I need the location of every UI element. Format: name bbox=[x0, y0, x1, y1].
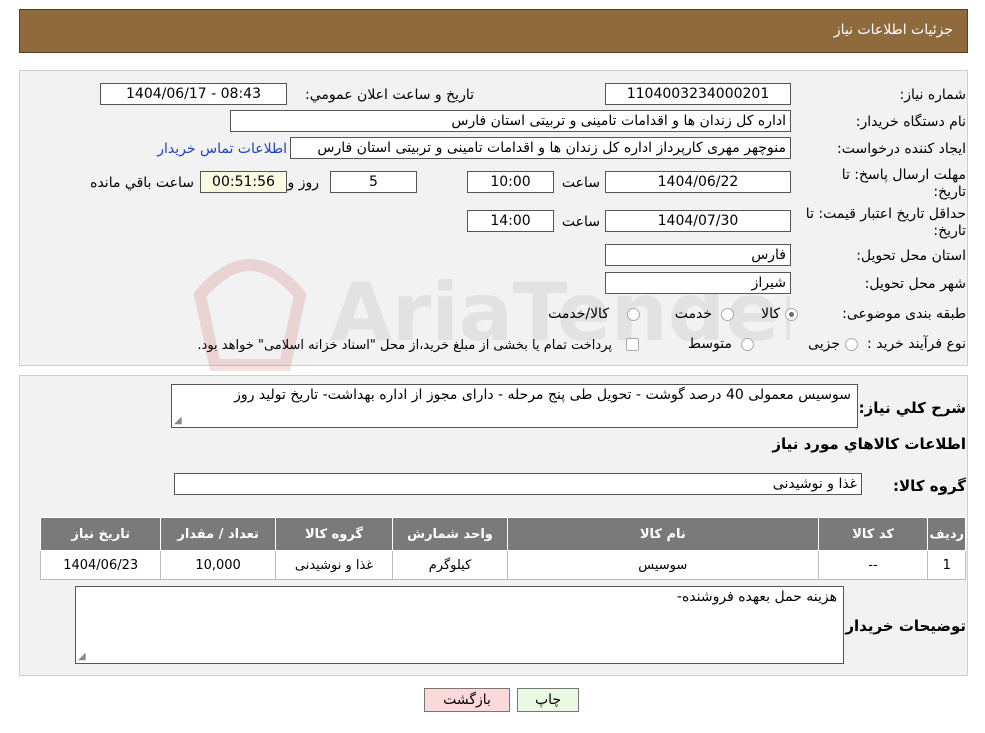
table-header-row: ردیف کد کالا نام کالا واحد شمارش گروه کا… bbox=[39, 517, 966, 551]
validity-time-field: 14:00 bbox=[467, 210, 554, 232]
category-radio-service[interactable] bbox=[721, 308, 734, 321]
announce-field: 1404/06/17 - 08:43 bbox=[100, 83, 287, 105]
resize-grip-icon[interactable]: ◢ bbox=[78, 651, 86, 662]
process-label: نوع فرآیند خرید : bbox=[867, 336, 966, 352]
summary-label: شرح کلي نیاز: bbox=[858, 399, 966, 417]
buyer-contact-link[interactable]: اطلاعات تماس خریدار bbox=[157, 141, 287, 157]
days-field: 5 bbox=[330, 171, 417, 193]
resize-grip-icon[interactable]: ◢ bbox=[174, 415, 182, 426]
col-header-name: نام کالا bbox=[506, 517, 819, 551]
category-radio-both[interactable] bbox=[627, 308, 640, 321]
col-header-unit: واحد شمارش bbox=[392, 517, 508, 551]
city-field: شیراز bbox=[605, 272, 791, 294]
page-title: جزئیات اطلاعات نیاز bbox=[833, 22, 953, 38]
page-header: جزئیات اطلاعات نیاز bbox=[19, 9, 968, 53]
process-option-medium: متوسط bbox=[688, 336, 732, 352]
remaining-time-label: ساعت باقي مانده bbox=[90, 175, 194, 191]
announce-label: تاریخ و ساعت اعلان عمومي: bbox=[305, 87, 474, 103]
treasury-checkbox[interactable] bbox=[626, 338, 639, 351]
deadline-label-date: تاریخ: bbox=[933, 184, 966, 200]
summary-textarea[interactable]: سوسیس معمولی 40 درصد گوشت - تحویل طی پنج… bbox=[171, 384, 858, 428]
cell-name: سوسیس bbox=[506, 550, 819, 580]
buyer-notes-label: توضیحات خریدار: bbox=[839, 617, 966, 635]
buyer-label: نام دستگاه خریدار: bbox=[855, 114, 966, 130]
cell-code: -- bbox=[817, 550, 929, 580]
validity-time-label: ساعت bbox=[561, 214, 600, 230]
city-label: شهر محل تحویل: bbox=[864, 276, 966, 292]
deadline-date-field: 1404/06/22 bbox=[605, 171, 791, 193]
table-row: 1 -- سوسیس کیلوگرم غذا و نوشیدنی 10,000 … bbox=[39, 550, 966, 580]
col-header-group: گروه کالا bbox=[274, 517, 394, 551]
category-label: طبقه بندی موضوعی: bbox=[842, 306, 966, 322]
col-header-code: کد کالا bbox=[817, 517, 929, 551]
remaining-time-field: 00:51:56 bbox=[200, 171, 287, 193]
col-header-date: تاریخ نیاز bbox=[39, 517, 162, 551]
deadline-label: مهلت ارسال پاسخ: تا bbox=[841, 167, 966, 183]
category-radio-goods[interactable] bbox=[785, 308, 798, 321]
buyer-field: اداره کل زندان ها و اقدامات تامینی و ترب… bbox=[230, 110, 791, 132]
col-header-row-number: ردیف bbox=[927, 517, 966, 551]
process-note: پرداخت تمام یا بخشی از مبلغ خرید،از محل … bbox=[197, 338, 612, 353]
need-number-field: 1104003234000201 bbox=[605, 83, 791, 105]
cell-group: غذا و نوشیدنی bbox=[274, 550, 394, 580]
deadline-time-field: 10:00 bbox=[467, 171, 554, 193]
buyer-notes-textarea[interactable]: هزینه حمل بعهده فروشنده- ◢ bbox=[75, 586, 844, 664]
validity-label: حداقل تاریخ اعتبار قیمت: تا bbox=[805, 206, 966, 222]
summary-text: سوسیس معمولی 40 درصد گوشت - تحویل طی پنج… bbox=[234, 387, 851, 403]
category-option-service: خدمت bbox=[674, 306, 712, 322]
items-table: ردیف کد کالا نام کالا واحد شمارش گروه کا… bbox=[39, 517, 966, 580]
goods-info-title: اطلاعات کالاهاي مورد نیاز bbox=[772, 435, 966, 453]
cell-quantity: 10,000 bbox=[160, 550, 276, 580]
category-option-goods: کالا bbox=[761, 306, 780, 322]
deadline-time-label: ساعت bbox=[561, 175, 600, 191]
process-radio-medium[interactable] bbox=[741, 338, 754, 351]
province-field: فارس bbox=[605, 244, 791, 266]
process-radio-minor[interactable] bbox=[845, 338, 858, 351]
cell-date: 1404/06/23 bbox=[39, 550, 162, 580]
col-header-quantity: تعداد / مقدار bbox=[160, 517, 276, 551]
cell-unit: کیلوگرم bbox=[392, 550, 508, 580]
print-button[interactable]: چاپ bbox=[517, 688, 579, 712]
cell-row-number: 1 bbox=[927, 550, 966, 580]
need-number-label: شماره نیاز: bbox=[899, 87, 967, 103]
province-label: استان محل تحویل: bbox=[856, 248, 966, 264]
group-label: گروه کالا: bbox=[893, 477, 966, 495]
back-button[interactable]: بازگشت bbox=[424, 688, 510, 712]
category-option-both: کالا/خدمت bbox=[548, 306, 609, 322]
process-option-minor: جزیی bbox=[808, 336, 840, 352]
buyer-notes-text: هزینه حمل بعهده فروشنده- bbox=[676, 589, 837, 605]
validity-label-date: تاریخ: bbox=[933, 223, 966, 239]
creator-field: منوچهر مهری کارپرداز اداره کل زندان ها و… bbox=[290, 137, 791, 159]
validity-date-field: 1404/07/30 bbox=[605, 210, 791, 232]
group-field: غذا و نوشیدنی bbox=[174, 473, 862, 495]
creator-label: ایجاد کننده درخواست: bbox=[837, 141, 966, 157]
days-label: روز و bbox=[287, 175, 320, 191]
